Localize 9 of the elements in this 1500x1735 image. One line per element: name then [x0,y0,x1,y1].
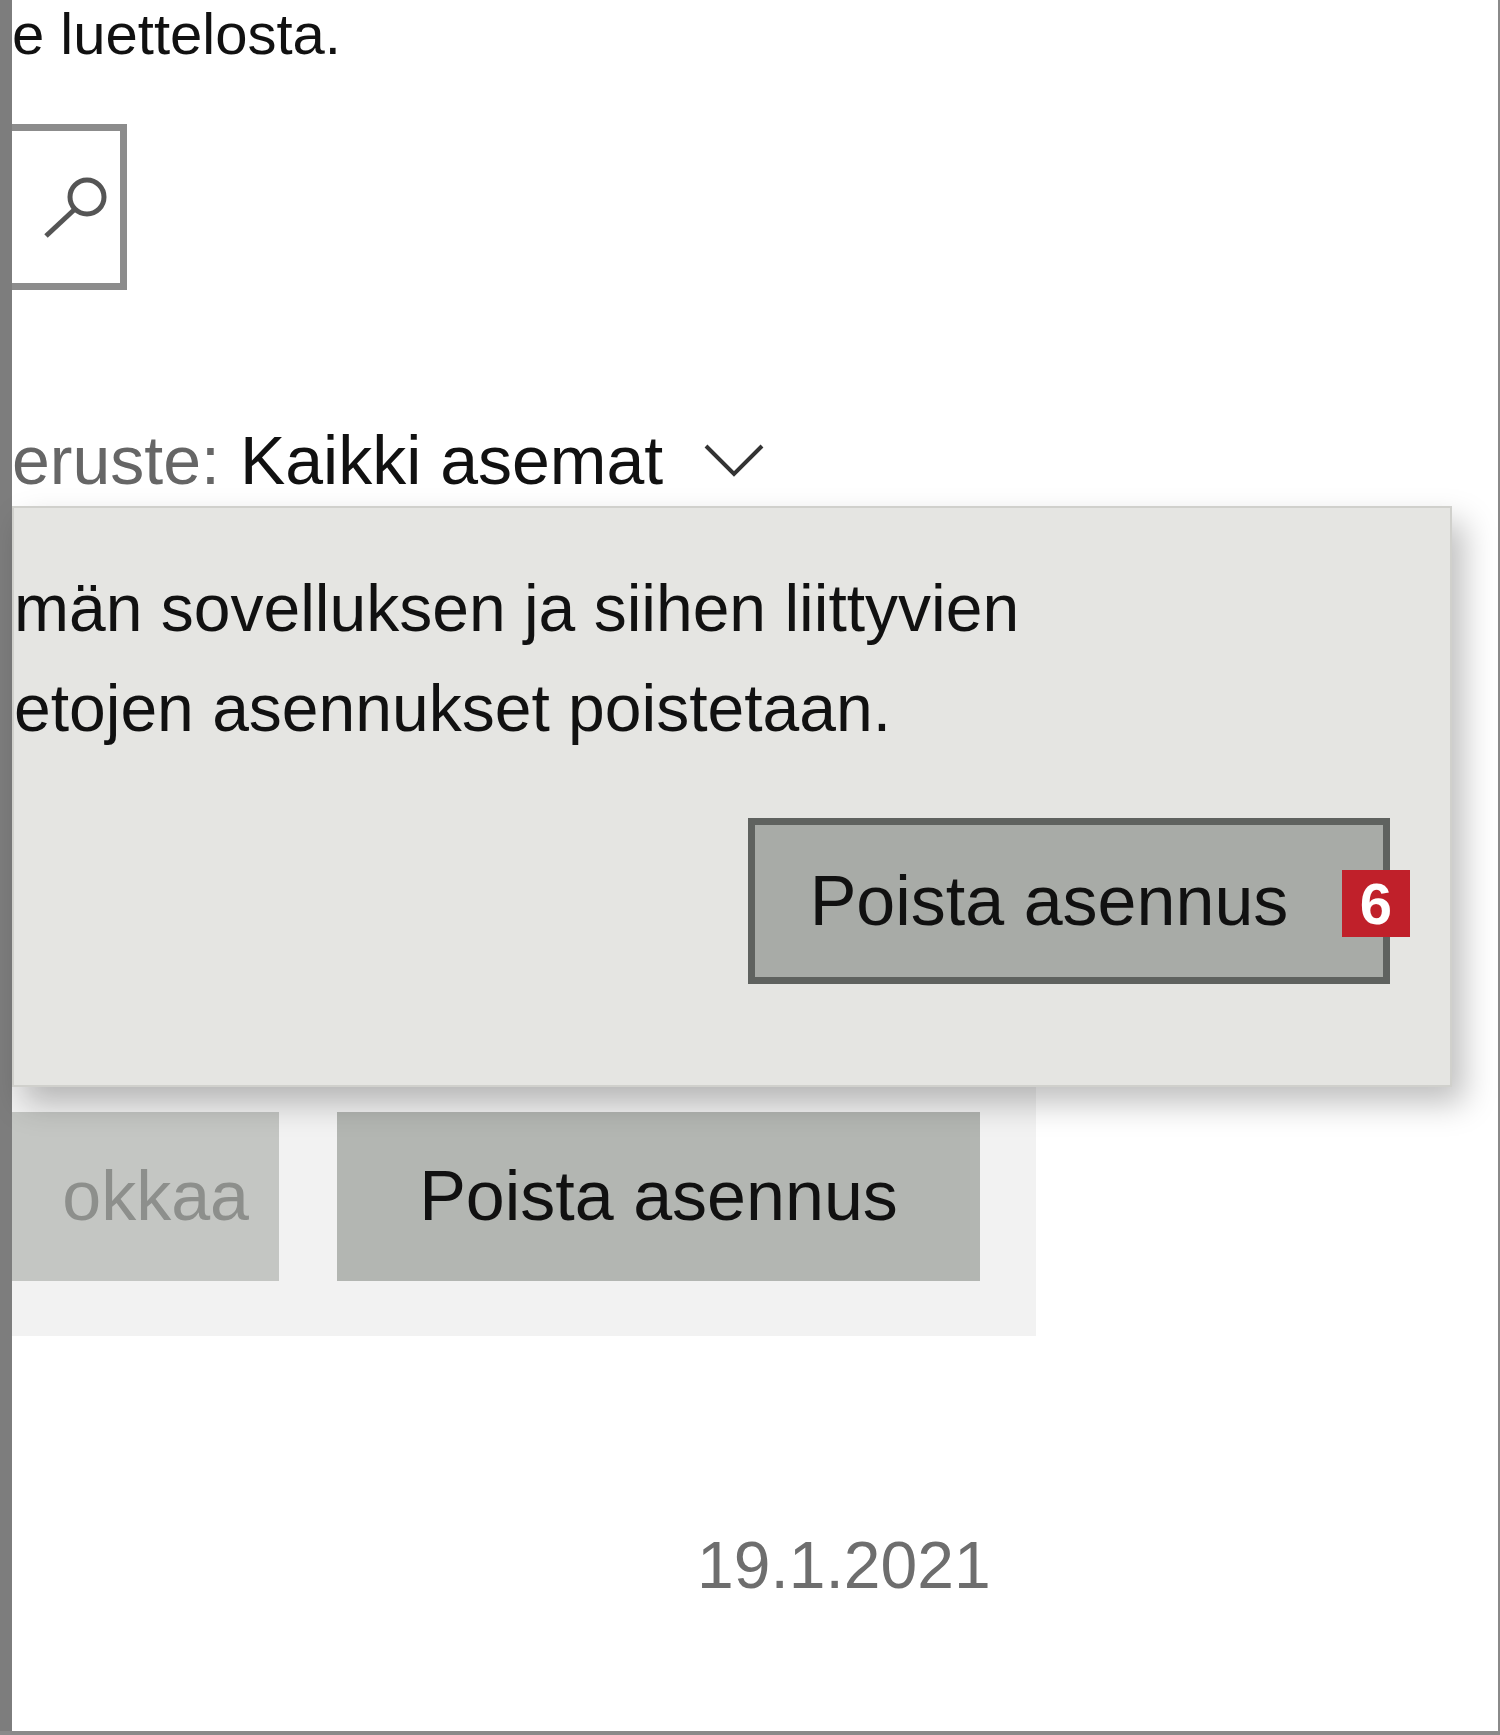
intro-text: e luettelosta. [12,0,342,68]
drive-filter-dropdown[interactable]: Kaikki asemat [239,409,766,511]
chevron-down-icon [703,443,766,477]
filter-label: eruste: [12,421,220,500]
date-text: 19.1.2021 [697,1528,991,1602]
search-field[interactable] [12,124,127,290]
flyout-message: män sovelluksen ja siihen liittyvien etojen asennukset poistetaan. [14,570,1021,747]
step-badge: 6 [1342,870,1410,937]
action-button[interactable]: Poista asennus [337,1112,980,1281]
